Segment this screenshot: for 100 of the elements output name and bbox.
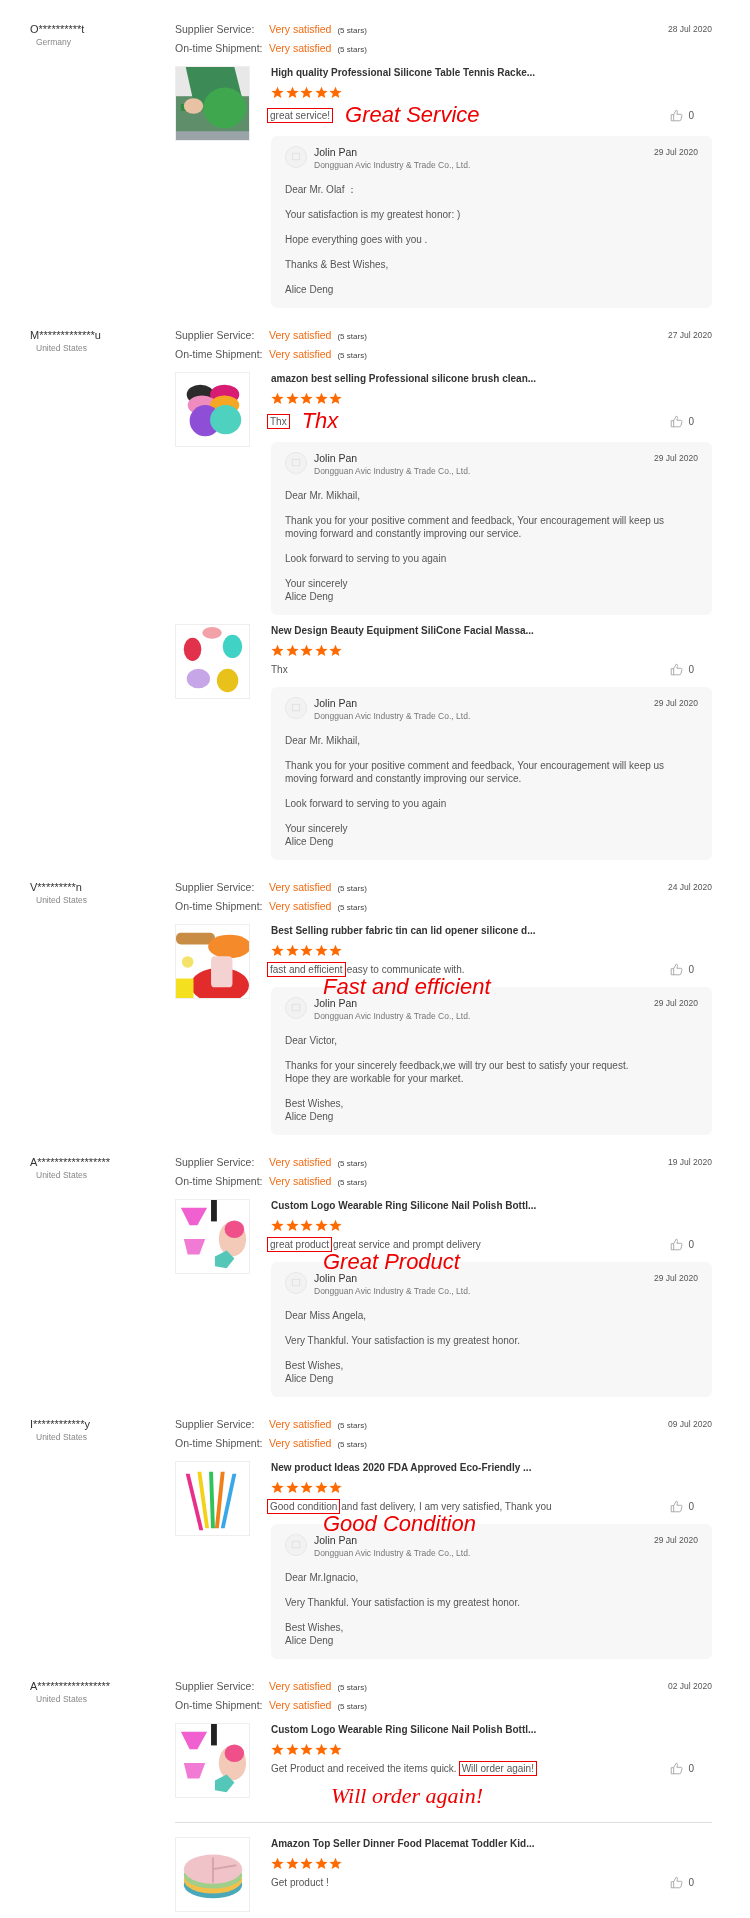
reply-text: Dear Mr. Mikhail, [285, 489, 361, 502]
replier-name: Jolin Pan [314, 1272, 359, 1285]
star-icon [314, 944, 328, 957]
star-icon [271, 86, 284, 99]
annotation-text: Great Service [345, 104, 480, 126]
rating-label: Supplier Service: [175, 328, 256, 342]
star-icon [285, 86, 299, 99]
product-title[interactable]: amazon best selling Professional silicone brush clean... [271, 372, 712, 386]
comment-text: Get product ! [271, 1876, 329, 1889]
rating-note: (5 stars) [337, 1701, 367, 1713]
star-icon [300, 1219, 313, 1232]
thumbs-up-icon[interactable] [670, 1238, 684, 1251]
company-name: Dongguan Avic Industry & Trade Co., Ltd. [314, 1285, 472, 1297]
reviewer-name: O**********t [30, 22, 86, 36]
reviewer-country: United States [35, 1169, 89, 1182]
thumbs-up-icon[interactable] [670, 1500, 684, 1513]
star-icon [300, 392, 313, 405]
reviewer-country: Germany [35, 36, 72, 49]
reviewer-country: United States [35, 1693, 89, 1706]
reply-text: Very Thankful. Your satisfaction is my greatest honor. [285, 1596, 521, 1609]
like-count: 0 [688, 1876, 694, 1890]
reply-text: Alice Deng [285, 1634, 335, 1647]
reply-text: Alice Deng [285, 283, 335, 296]
star-icon [271, 644, 284, 657]
comment-text: great service and prompt delivery [332, 1238, 481, 1251]
thumbs-up-icon[interactable] [670, 414, 684, 428]
product-title[interactable]: Custom Logo Wearable Ring Silicone Nail Polish Bottl... [271, 1723, 712, 1737]
rating-note: (5 stars) [337, 1177, 367, 1189]
replier-name: Jolin Pan [314, 146, 359, 159]
company-name: Dongguan Avic Industry & Trade Co., Ltd. [314, 465, 472, 477]
rating-note: (5 stars) [337, 1439, 367, 1451]
star-icon [329, 1481, 342, 1494]
rating-value: Very satisfied [269, 328, 332, 342]
rating-note: (5 stars) [337, 883, 367, 895]
like-count: 0 [688, 414, 694, 429]
star-icon [314, 86, 328, 99]
reply-text: Alice Deng [285, 835, 335, 848]
reply-date: 29 Jul 2020 [654, 146, 698, 159]
review-date: 24 Jul 2020 [668, 881, 712, 894]
star-icon [329, 944, 342, 957]
product-title[interactable]: Custom Logo Wearable Ring Silicone Nail Polish Bottl... [271, 1199, 712, 1213]
replier-name: Jolin Pan [314, 1534, 359, 1547]
annotation-text: Good Condition [323, 1512, 476, 1536]
star-icon [271, 392, 284, 405]
rating-value: Very satisfied [269, 899, 332, 913]
comment-text: Get Product and received the items quick. [271, 1762, 457, 1775]
product-title[interactable]: Best Selling rubber fabric tin can lid opener silicone d... [271, 924, 712, 938]
replier-name: Jolin Pan [314, 452, 359, 465]
thumbs-up-icon[interactable] [670, 1876, 684, 1889]
reply-text: Look forward to serving to you again [285, 552, 448, 565]
star-icon [271, 944, 284, 957]
product-title[interactable]: Amazon Top Seller Dinner Food Placemat Toddler Kid... [271, 1837, 712, 1851]
star-icon [329, 86, 342, 99]
reply-text: Thanks & Best Wishes, [285, 258, 390, 271]
product-title[interactable]: New Design Beauty Equipment SiliCone Facial Massa... [271, 624, 712, 638]
star-icon [329, 644, 342, 657]
rating-value: Very satisfied [269, 22, 332, 36]
reply-text: Alice Deng [285, 590, 335, 603]
star-icon [300, 644, 313, 657]
reviewer-country: United States [35, 1431, 89, 1444]
company-name: Dongguan Avic Industry & Trade Co., Ltd. [314, 1010, 472, 1022]
rating-value: Very satisfied [269, 1155, 332, 1169]
star-icon [314, 644, 328, 657]
review-date: 19 Jul 2020 [668, 1156, 712, 1169]
rating-note: (5 stars) [337, 1682, 367, 1694]
rating-value: Very satisfied [269, 1698, 332, 1712]
rating-label: Supplier Service: [175, 880, 256, 894]
rating-value: Very satisfied [269, 1436, 332, 1450]
star-icon [329, 1743, 342, 1756]
comment-text: easy to communicate with. [346, 963, 465, 976]
reviewer-name: I************y [30, 1417, 91, 1431]
like-count: 0 [688, 963, 694, 977]
thumbs-up-icon[interactable] [670, 963, 684, 976]
thumbs-up-icon[interactable] [670, 108, 684, 122]
thumbs-up-icon[interactable] [670, 663, 684, 676]
reply-date: 29 Jul 2020 [654, 997, 698, 1010]
comment-text: Thx [271, 663, 288, 676]
reply-text: Best Wishes, [285, 1097, 345, 1110]
star-icon [314, 1219, 328, 1232]
star-icon [300, 1743, 313, 1756]
star-icon [285, 1481, 299, 1494]
star-icon [300, 1857, 313, 1870]
reply-text: Dear Miss Angela, [285, 1309, 368, 1322]
rating-label: On-time Shipment: [175, 1174, 264, 1188]
star-icon [314, 392, 328, 405]
like-count: 0 [688, 1500, 694, 1514]
star-icon [285, 944, 299, 957]
thumbs-up-icon[interactable] [670, 1762, 684, 1775]
rating-value: Very satisfied [269, 1174, 332, 1188]
reply-text: Hope everything goes with you . [285, 233, 429, 246]
rating-value: Very satisfied [269, 1679, 332, 1693]
product-title[interactable]: New product Ideas 2020 FDA Approved Eco-Friendly ... [271, 1461, 712, 1475]
rating-label: On-time Shipment: [175, 1698, 264, 1712]
star-icon [271, 1219, 284, 1232]
star-icon [314, 1481, 328, 1494]
highlight-box: Thx [267, 413, 290, 429]
star-icon [271, 1857, 284, 1870]
star-icon [300, 86, 313, 99]
review-date: 09 Jul 2020 [668, 1418, 712, 1431]
product-title[interactable]: High quality Professional Silicone Table Tennis Racke... [271, 66, 712, 80]
